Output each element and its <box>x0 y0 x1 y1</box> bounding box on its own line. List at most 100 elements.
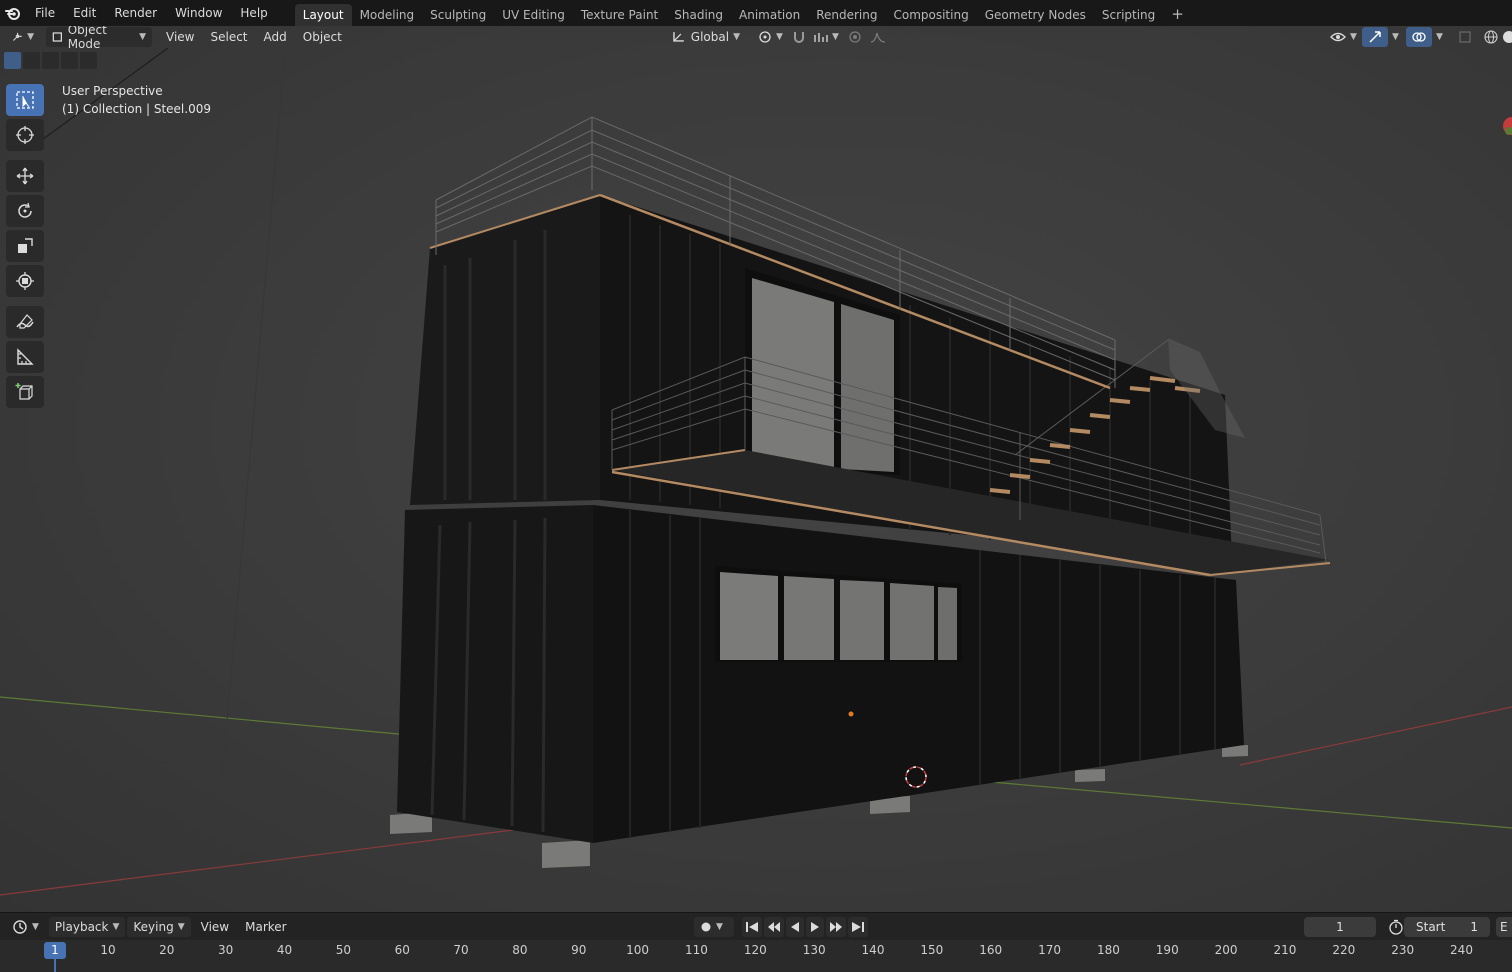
current-frame-marker[interactable]: 1 <box>44 942 66 959</box>
select-subtract-icon[interactable] <box>42 52 59 69</box>
tab-scripting[interactable]: Scripting <box>1094 4 1163 26</box>
mode-dropdown[interactable]: Object Mode ▼ <box>46 26 152 51</box>
timeline-menu-view[interactable]: View <box>195 917 235 937</box>
ruler-tick-label: 120 <box>743 943 767 957</box>
auto-keying-toggle[interactable]: ▼ <box>694 916 734 937</box>
add-cube-tool[interactable] <box>6 376 44 408</box>
tab-uv-editing[interactable]: UV Editing <box>494 4 573 26</box>
play-button[interactable] <box>806 917 824 937</box>
menu-file[interactable]: File <box>26 0 64 26</box>
main-menu: File Edit Render Window Help <box>26 0 277 26</box>
menu-render[interactable]: Render <box>105 0 166 26</box>
xray-toggle[interactable] <box>1452 27 1478 47</box>
tab-animation[interactable]: Animation <box>731 4 808 26</box>
menu-help[interactable]: Help <box>231 0 276 26</box>
tab-sculpting[interactable]: Sculpting <box>422 4 494 26</box>
next-keyframe-icon <box>830 922 842 932</box>
select-new-icon[interactable] <box>4 52 21 69</box>
transform-tool[interactable] <box>6 265 44 297</box>
tab-rendering[interactable]: Rendering <box>808 4 885 26</box>
magnet-icon <box>794 32 804 43</box>
visibility-dropdown[interactable]: ▼ <box>1324 27 1363 47</box>
viewport-menu-add[interactable]: Add <box>258 27 293 47</box>
jump-end-button[interactable] <box>848 917 868 937</box>
menu-window[interactable]: Window <box>166 0 231 26</box>
editor-type-button[interactable]: ▼ <box>6 27 40 47</box>
timeline-menu-marker[interactable]: Marker <box>239 917 292 937</box>
scale-tool[interactable] <box>6 230 44 262</box>
cursor-tool[interactable] <box>6 119 44 151</box>
tab-compositing[interactable]: Compositing <box>885 4 976 26</box>
chevron-down-icon: ▼ <box>776 32 783 42</box>
orientation-icon <box>673 32 684 42</box>
ruler-tick-label: 230 <box>1391 943 1415 957</box>
ruler-tick-label: 40 <box>276 943 293 957</box>
timeline-editor-type-button[interactable]: ▼ <box>6 917 45 937</box>
proportional-falloff-dropdown[interactable] <box>864 27 892 47</box>
object-mode-icon <box>52 32 62 42</box>
select-invert-icon[interactable] <box>61 52 78 69</box>
tab-layout[interactable]: Layout <box>294 4 352 26</box>
play-reverse-icon <box>791 922 799 932</box>
start-frame-field[interactable]: Start 1 <box>1404 917 1490 937</box>
rotate-tool[interactable] <box>6 195 44 227</box>
viewport-menu-view[interactable]: View <box>160 27 200 47</box>
timeline-ruler[interactable]: 1 10 20 30 40 50 60 70 80 90 100 110 120 130 140 150 160… <box>0 940 1512 972</box>
keying-menu[interactable]: Keying ▼ <box>127 916 191 937</box>
current-frame-field[interactable]: 1 <box>1304 917 1376 937</box>
tab-shading[interactable]: Shading <box>666 4 731 26</box>
3d-viewport-icon <box>13 32 22 41</box>
prev-keyframe-button[interactable] <box>764 917 784 937</box>
viewport-menu-select[interactable]: Select <box>204 27 253 47</box>
chevron-down-icon: ▼ <box>177 921 185 932</box>
ruler-tick-label: 20 <box>159 943 175 957</box>
shading-solid-button[interactable] <box>1496 27 1512 47</box>
tab-texture-paint[interactable]: Texture Paint <box>573 4 666 26</box>
select-extend-icon[interactable] <box>23 52 40 69</box>
playhead-line[interactable] <box>54 959 56 972</box>
measure-tool[interactable] <box>6 341 44 373</box>
ruler-tick-label: 240 <box>1450 943 1473 957</box>
xray-icon <box>1459 31 1471 43</box>
overlays-icon <box>1412 32 1426 42</box>
falloff-curve-icon <box>870 32 886 43</box>
chevron-down-icon: ▼ <box>32 921 39 932</box>
ruler-tick-label: 10 <box>100 943 116 957</box>
tab-modeling[interactable]: Modeling <box>352 4 423 26</box>
next-keyframe-button[interactable] <box>826 917 846 937</box>
viewport-menu-object[interactable]: Object <box>297 27 348 47</box>
prev-keyframe-icon <box>768 922 780 932</box>
ruler-tick-label: 70 <box>453 943 469 957</box>
viewport-header: ▼ Object Mode ▼ View Select Add Object G… <box>0 26 1512 51</box>
ruler-tick-label: 100 <box>626 943 650 957</box>
ruler-tick-label: 50 <box>335 943 351 957</box>
overlays-toggle[interactable] <box>1406 27 1432 47</box>
chevron-down-icon[interactable]: ▼ <box>1436 32 1443 42</box>
end-frame-field[interactable]: E <box>1496 917 1512 937</box>
play-reverse-button[interactable] <box>786 917 804 937</box>
annotate-tool[interactable] <box>6 306 44 338</box>
chevron-down-icon[interactable]: ▼ <box>1392 32 1399 42</box>
cursor-icon <box>16 126 34 144</box>
blender-logo-icon[interactable] <box>0 0 26 26</box>
3d-viewport[interactable]: ▼ Object Mode ▼ View Select Add Object G… <box>0 26 1512 912</box>
snap-target-dropdown[interactable]: ▼ <box>808 27 845 47</box>
chevron-down-icon: ▼ <box>733 32 740 42</box>
select-box-tool[interactable] <box>6 84 44 116</box>
playback-menu[interactable]: Playback ▼ <box>48 916 126 937</box>
scene-render <box>0 47 1512 896</box>
menu-edit[interactable]: Edit <box>64 0 105 26</box>
proportional-edit-icon <box>849 31 861 43</box>
chevron-down-icon: ▼ <box>832 32 839 42</box>
playback-label: Playback <box>54 919 109 934</box>
orientation-dropdown[interactable]: Global ▼ <box>666 27 746 47</box>
gizmo-toggle[interactable] <box>1362 27 1388 47</box>
select-intersect-icon[interactable] <box>80 52 97 69</box>
add-workspace-button[interactable]: + <box>1163 5 1192 23</box>
ruler-tick-label: 140 <box>861 943 885 957</box>
tab-geometry-nodes[interactable]: Geometry Nodes <box>977 4 1094 26</box>
jump-start-button[interactable] <box>742 917 762 937</box>
move-tool[interactable] <box>6 160 44 192</box>
pivot-point-button[interactable]: ▼ <box>752 27 789 47</box>
upper-glass-left <box>752 278 834 468</box>
